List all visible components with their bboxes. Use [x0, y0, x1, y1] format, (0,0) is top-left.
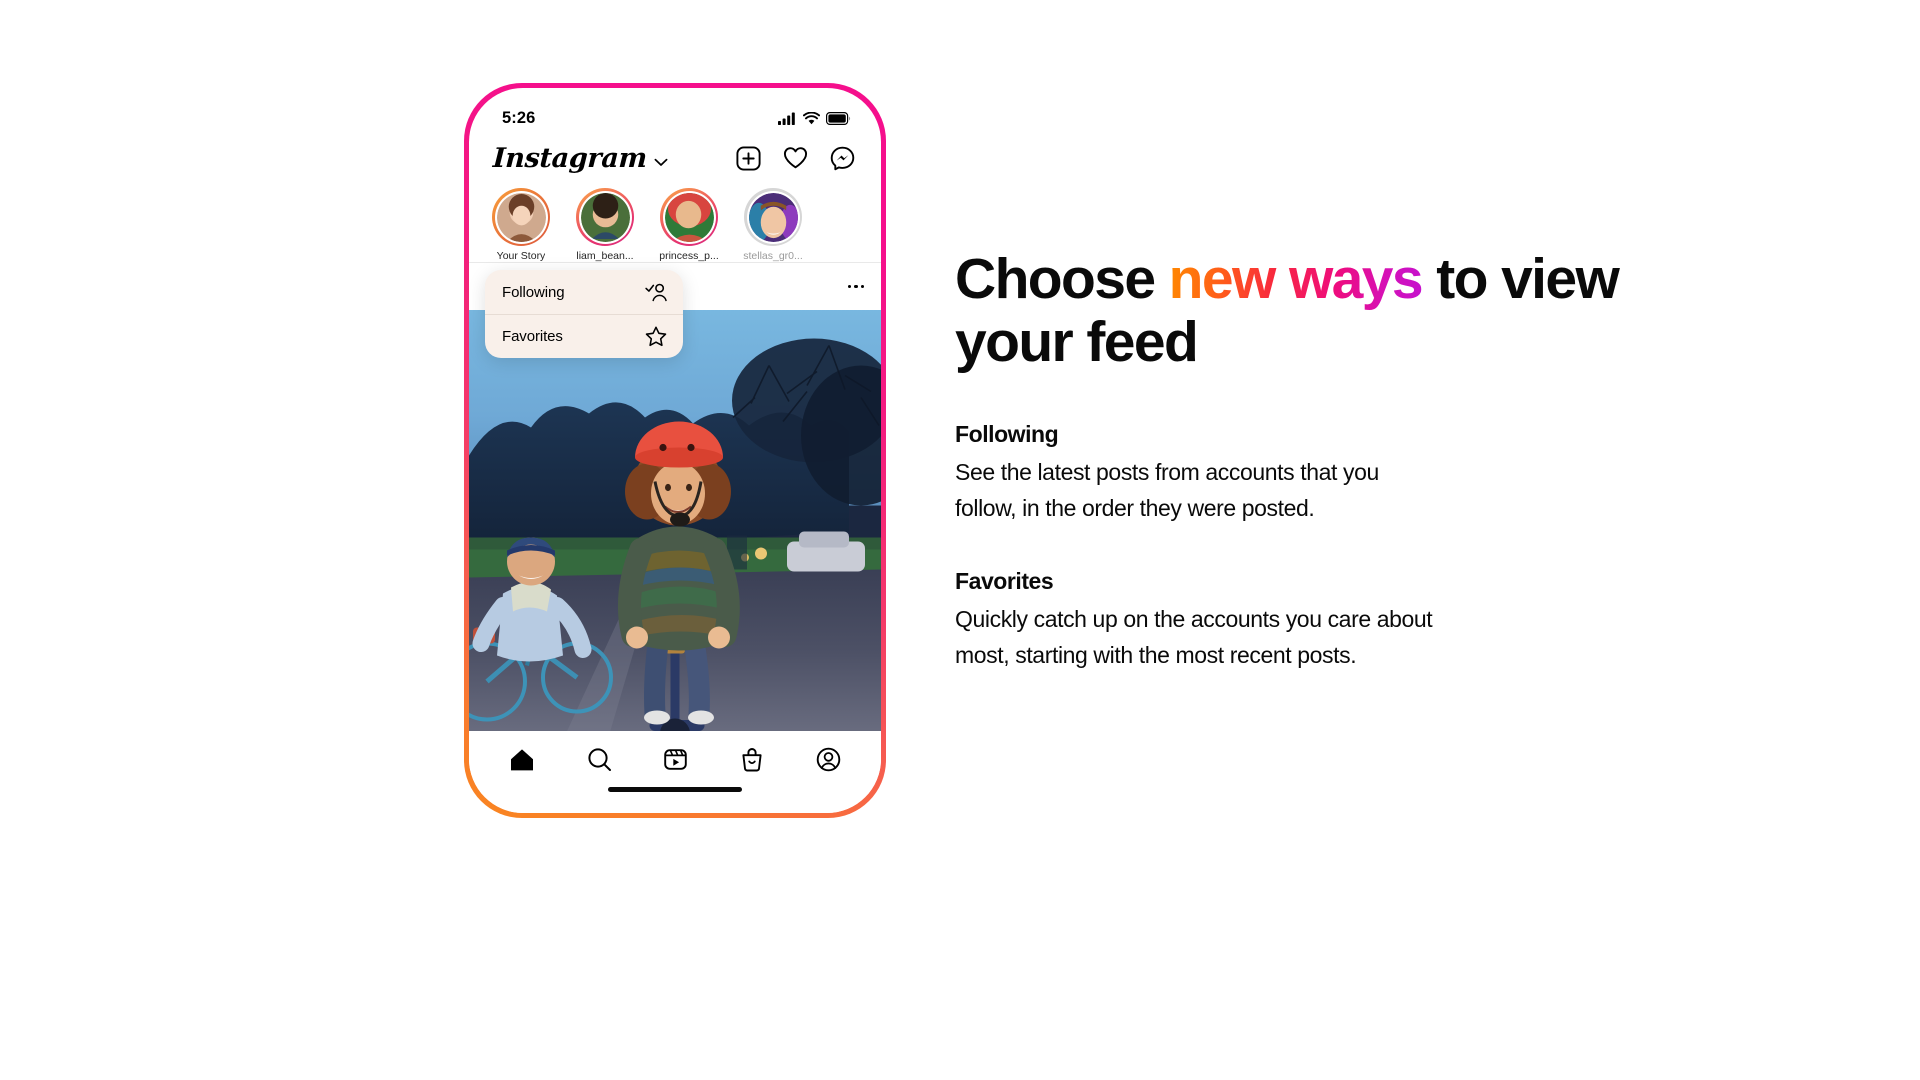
story-avatar: [748, 192, 798, 242]
story-ring-inner: [494, 190, 548, 244]
promo-copy: Choose new ways to view your feed Follow…: [955, 247, 1655, 673]
feed-switcher-button[interactable]: Instagram: [492, 142, 668, 174]
story-item[interactable]: princess_p...: [647, 188, 731, 262]
story-ring: [660, 188, 718, 246]
story-label: princess_p...: [659, 250, 719, 262]
section-title: Favorites: [955, 567, 1054, 594]
headline-gradient-text: new ways: [1168, 247, 1424, 311]
stories-tray[interactable]: Your Story liam_bean... princess_p... st…: [469, 182, 881, 358]
promo-canvas: 5:26 Instagram Your Story liam_bean... p…: [0, 0, 1920, 1080]
instagram-header: Instagram: [469, 134, 881, 182]
feed-switcher-dropdown[interactable]: Following Favorites: [485, 270, 683, 358]
story-ring-inner: [578, 190, 632, 244]
status-bar: 5:26: [469, 88, 881, 134]
reels-icon[interactable]: [663, 747, 688, 772]
chevron-down-icon[interactable]: [654, 158, 668, 167]
phone-screen: 5:26 Instagram Your Story liam_bean... p…: [469, 88, 881, 813]
star-icon: [645, 326, 667, 347]
story-item[interactable]: stellas_gr0...: [731, 188, 815, 262]
phone-frame-gradient-border: 5:26 Instagram Your Story liam_bean... p…: [464, 83, 886, 818]
messenger-icon[interactable]: [830, 146, 855, 171]
profile-circle-icon[interactable]: [816, 747, 841, 772]
story-ring: [576, 188, 634, 246]
post-photo-image: [469, 310, 881, 731]
overflow-menu-icon[interactable]: [847, 284, 864, 289]
cellular-signal-icon: [778, 112, 795, 125]
section-following: Following See the latest posts from acco…: [955, 421, 1655, 526]
status-bar-time: 5:26: [502, 108, 536, 127]
dropdown-item-following[interactable]: Following: [485, 270, 683, 314]
instagram-wordmark: Instagram: [492, 142, 648, 174]
wifi-icon: [803, 111, 820, 124]
home-indicator-bar[interactable]: [608, 787, 742, 792]
page-title: Choose new ways to view your feed: [955, 247, 1655, 375]
header-actions: [736, 145, 855, 171]
shop-bag-icon[interactable]: [740, 747, 764, 772]
story-ring-inner: [662, 190, 716, 244]
headline-part-1: Choose: [955, 247, 1169, 311]
section-title: Following: [955, 420, 1059, 447]
search-icon[interactable]: [587, 747, 612, 772]
story-avatar: [664, 192, 714, 242]
phone-mockup: 5:26 Instagram Your Story liam_bean... p…: [464, 83, 886, 818]
story-avatar: [496, 192, 546, 242]
story-ring: [492, 188, 550, 246]
story-label: liam_bean...: [576, 250, 634, 262]
status-bar-icons: [778, 111, 851, 125]
bottom-tab-bar[interactable]: [469, 731, 881, 787]
story-item[interactable]: liam_bean...: [563, 188, 647, 262]
dropdown-item-label: Favorites: [502, 328, 563, 345]
dropdown-item-favorites[interactable]: Favorites: [485, 314, 683, 358]
following-person-check-icon: [645, 283, 667, 301]
story-avatar: [580, 192, 630, 242]
home-indicator-area: [469, 787, 881, 813]
section-body: Quickly catch up on the accounts you car…: [955, 605, 1433, 668]
battery-icon: [826, 111, 851, 125]
home-icon[interactable]: [509, 747, 535, 772]
story-label: Your Story: [496, 250, 546, 262]
section-body: See the latest posts from accounts that …: [955, 458, 1379, 521]
post-photo[interactable]: [469, 310, 881, 731]
heart-icon[interactable]: [783, 146, 808, 170]
story-ring-inner: [746, 190, 800, 244]
section-favorites: Favorites Quickly catch up on the accoun…: [955, 568, 1655, 673]
feature-sections: Following See the latest posts from acco…: [955, 421, 1655, 673]
story-label: stellas_gr0...: [743, 250, 803, 262]
story-item[interactable]: Your Story: [479, 188, 563, 262]
story-ring: [744, 188, 802, 246]
plus-box-icon[interactable]: [736, 145, 761, 171]
dropdown-item-label: Following: [502, 283, 565, 301]
